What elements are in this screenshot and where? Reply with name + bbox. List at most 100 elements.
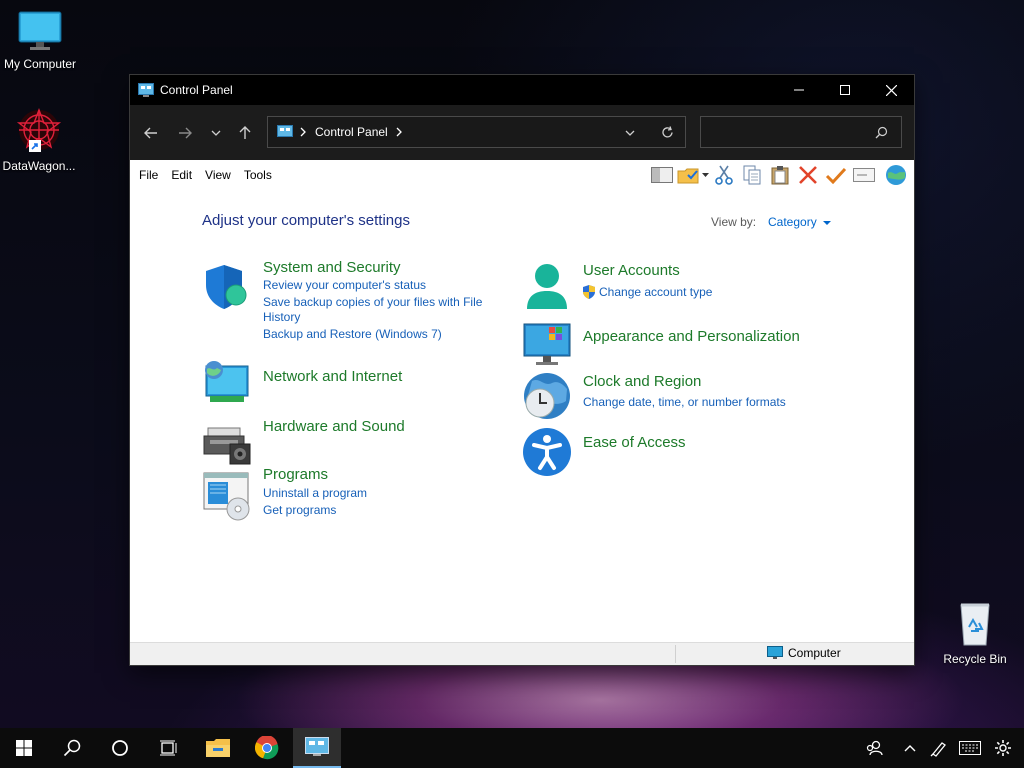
- up-button[interactable]: [233, 123, 257, 143]
- view-by-value: Category: [768, 215, 817, 229]
- properties-button[interactable]: [822, 162, 850, 188]
- maximize-button[interactable]: [822, 75, 868, 105]
- desktop-icon-my-computer[interactable]: My Computer: [0, 10, 80, 71]
- computer-icon: [767, 646, 783, 659]
- task-view-button[interactable]: [144, 728, 192, 768]
- link-change-date-time[interactable]: Change date, time, or number formats: [583, 395, 786, 409]
- page-title: Adjust your computer's settings: [202, 212, 410, 229]
- recent-locations-button[interactable]: [204, 123, 228, 143]
- window-title: Control Panel: [160, 83, 233, 97]
- desktop-icon-label: My Computer: [3, 57, 77, 71]
- address-history-chevron-icon[interactable]: [625, 130, 635, 136]
- view-by-dropdown[interactable]: Category: [768, 215, 832, 229]
- category-user-accounts: User Accounts Change account type: [522, 262, 862, 313]
- category-title[interactable]: System and Security: [263, 259, 401, 276]
- chrome-icon: [255, 736, 279, 760]
- category-title[interactable]: Programs: [263, 466, 328, 483]
- recycle-bin-icon: [960, 603, 990, 646]
- organize-button[interactable]: [676, 162, 710, 188]
- link-get-programs[interactable]: Get programs: [263, 503, 336, 517]
- breadcrumb-chevron-icon[interactable]: [396, 127, 402, 137]
- menu-file[interactable]: File: [139, 168, 158, 182]
- forward-button[interactable]: [173, 123, 197, 143]
- close-button[interactable]: [868, 75, 914, 105]
- menu-edit[interactable]: Edit: [171, 168, 192, 182]
- link-uninstall-program[interactable]: Uninstall a program: [263, 486, 367, 500]
- category-title[interactable]: Appearance and Personalization: [583, 328, 800, 345]
- touch-keyboard-button[interactable]: [954, 728, 986, 768]
- desktop-icon-label: DataWagon...: [2, 159, 76, 173]
- cut-button[interactable]: [710, 162, 738, 188]
- paste-button[interactable]: [766, 162, 794, 188]
- back-button[interactable]: [139, 123, 163, 143]
- desktop-icon-datawagon[interactable]: DataWagon...: [0, 108, 79, 173]
- link-change-account-type[interactable]: Change account type: [599, 285, 712, 299]
- menu-view[interactable]: View: [205, 168, 231, 182]
- status-divider: [675, 645, 676, 663]
- category-title[interactable]: Hardware and Sound: [263, 418, 405, 435]
- delete-x-icon: [799, 166, 817, 184]
- pen-workspace-button[interactable]: [923, 728, 955, 768]
- category-title[interactable]: Network and Internet: [263, 368, 402, 385]
- category-title[interactable]: Ease of Access: [583, 434, 686, 451]
- task-view-icon: [160, 740, 177, 756]
- refresh-icon[interactable]: [661, 126, 674, 139]
- content-area: Adjust your computer's settings View by:…: [130, 190, 914, 643]
- globe-button[interactable]: [882, 162, 910, 188]
- printer-speaker-icon: [203, 427, 251, 465]
- gear-icon: [995, 740, 1011, 756]
- taskbar: [0, 728, 1024, 768]
- up-arrow-icon: [239, 126, 251, 139]
- category-title[interactable]: User Accounts: [583, 262, 680, 279]
- settings-button[interactable]: [987, 728, 1019, 768]
- search-input[interactable]: [707, 122, 871, 144]
- search-box[interactable]: [700, 116, 902, 148]
- rename-icon: [853, 168, 875, 182]
- link-file-history-cont[interactable]: History: [263, 310, 300, 324]
- paste-icon: [771, 166, 789, 185]
- people-button[interactable]: [858, 728, 890, 768]
- desktop-icon-recycle-bin[interactable]: Recycle Bin: [935, 601, 1015, 666]
- address-bar[interactable]: Control Panel: [267, 116, 686, 148]
- control-panel-taskbar-button[interactable]: [293, 728, 341, 768]
- link-file-history[interactable]: Save backup copies of your files with Fi…: [263, 295, 482, 309]
- category-system-security: System and Security Review your computer…: [202, 259, 522, 348]
- people-icon: [866, 740, 883, 756]
- datawagon-logo-icon: [16, 108, 62, 152]
- status-location-text: Computer: [788, 646, 841, 660]
- network-globe-monitor-icon: [205, 361, 249, 402]
- uac-shield-icon: [583, 285, 595, 299]
- minimize-button[interactable]: [776, 75, 822, 105]
- file-explorer-taskbar-button[interactable]: [194, 728, 242, 768]
- copy-icon: [743, 165, 761, 185]
- folder-icon: [206, 739, 230, 757]
- close-icon: [885, 84, 897, 96]
- status-location: Computer: [767, 646, 841, 660]
- programs-disc-icon: [203, 472, 250, 521]
- category-hardware-sound: Hardware and Sound: [202, 418, 522, 466]
- copy-button[interactable]: [738, 162, 766, 188]
- shield-icon: [206, 265, 247, 309]
- preview-pane-button[interactable]: [648, 162, 676, 188]
- command-toolbar: [648, 160, 914, 190]
- delete-button[interactable]: [794, 162, 822, 188]
- desktop-icon-label: Recycle Bin: [943, 652, 1007, 666]
- link-backup-restore[interactable]: Backup and Restore (Windows 7): [263, 327, 442, 341]
- search-icon[interactable]: [875, 126, 888, 139]
- start-button[interactable]: [0, 728, 48, 768]
- category-ease-of-access: Ease of Access: [522, 427, 862, 477]
- pen-icon: [930, 742, 946, 757]
- cut-icon: [715, 165, 733, 185]
- menu-tools[interactable]: Tools: [244, 168, 272, 182]
- cortana-button[interactable]: [96, 728, 144, 768]
- search-taskbar-button[interactable]: [48, 728, 96, 768]
- show-hidden-icons-button[interactable]: [894, 728, 926, 768]
- category-title[interactable]: Clock and Region: [583, 373, 701, 390]
- breadcrumb-control-panel[interactable]: Control Panel: [315, 125, 388, 139]
- chrome-taskbar-button[interactable]: [243, 728, 291, 768]
- category-appearance: Appearance and Personalization: [522, 321, 862, 371]
- link-review-status[interactable]: Review your computer's status: [263, 278, 426, 292]
- title-bar[interactable]: Control Panel: [130, 75, 914, 105]
- search-icon: [63, 739, 81, 757]
- rename-button[interactable]: [850, 162, 878, 188]
